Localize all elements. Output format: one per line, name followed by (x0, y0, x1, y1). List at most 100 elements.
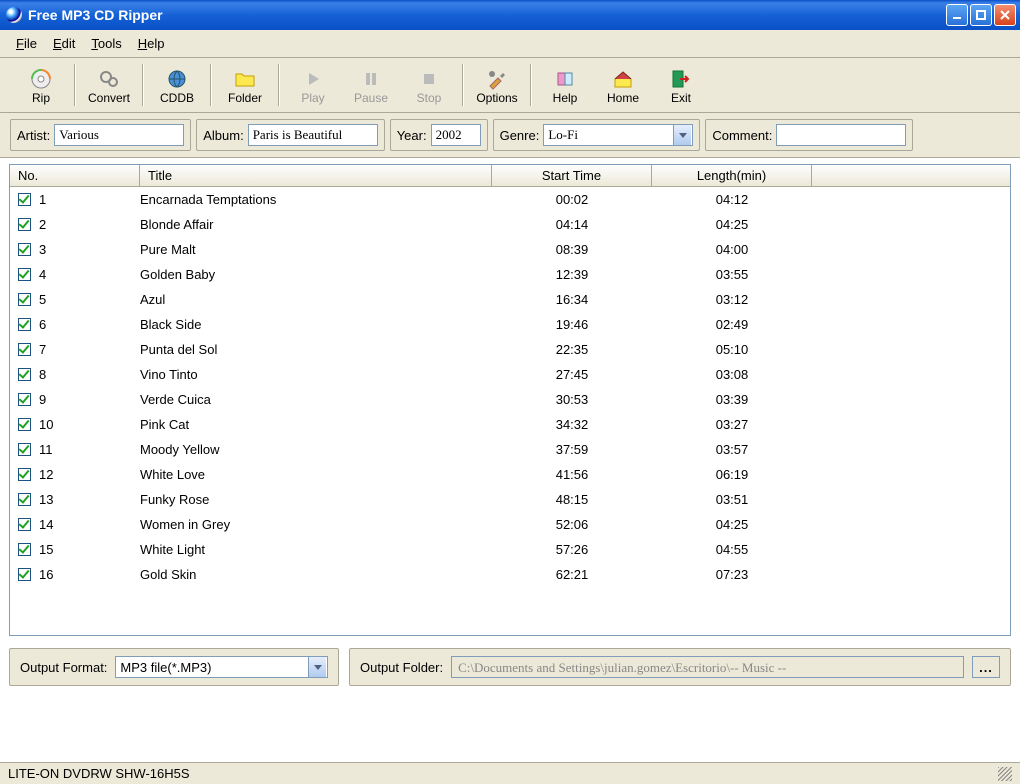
convert-button[interactable]: Convert (80, 62, 138, 110)
track-checkbox[interactable] (18, 443, 31, 456)
track-no: 11 (39, 442, 53, 457)
exit-button[interactable]: Exit (652, 62, 710, 110)
track-title: Azul (140, 292, 492, 307)
minimize-button[interactable] (946, 4, 968, 26)
track-title: Pure Malt (140, 242, 492, 257)
options-button[interactable]: Options (468, 62, 526, 110)
track-start: 41:56 (492, 467, 652, 482)
help-button[interactable]: Help (536, 62, 594, 110)
track-length: 03:39 (652, 392, 812, 407)
genre-combo[interactable]: Lo-Fi (543, 124, 693, 146)
track-row[interactable]: 12White Love41:5606:19 (10, 462, 1010, 487)
track-title: White Love (140, 467, 492, 482)
track-row[interactable]: 5Azul16:3403:12 (10, 287, 1010, 312)
column-title[interactable]: Title (140, 165, 492, 186)
close-button[interactable] (994, 4, 1016, 26)
track-no: 16 (39, 567, 53, 582)
track-length: 03:08 (652, 367, 812, 382)
menu-edit[interactable]: Edit (45, 33, 83, 54)
track-checkbox[interactable] (18, 318, 31, 331)
track-checkbox[interactable] (18, 518, 31, 531)
track-checkbox[interactable] (18, 368, 31, 381)
genre-value: Lo-Fi (548, 127, 669, 143)
maximize-button[interactable] (970, 4, 992, 26)
home-button[interactable]: Home (594, 62, 652, 110)
track-length: 04:55 (652, 542, 812, 557)
track-row[interactable]: 8Vino Tinto27:4503:08 (10, 362, 1010, 387)
album-label: Album: (203, 128, 243, 143)
rip-button[interactable]: Rip (12, 62, 70, 110)
track-start: 04:14 (492, 217, 652, 232)
artist-input[interactable] (54, 124, 184, 146)
track-checkbox[interactable] (18, 568, 31, 581)
track-checkbox[interactable] (18, 493, 31, 506)
track-row[interactable]: 15White Light57:2604:55 (10, 537, 1010, 562)
menu-tools[interactable]: Tools (83, 33, 129, 54)
track-start: 22:35 (492, 342, 652, 357)
track-checkbox[interactable] (18, 193, 31, 206)
output-format-combo[interactable]: MP3 file(*.MP3) (115, 656, 328, 678)
pause-button: Pause (342, 62, 400, 110)
menu-help[interactable]: Help (130, 33, 173, 54)
track-row[interactable]: 14Women in Grey52:0604:25 (10, 512, 1010, 537)
output-bar: Output Format: MP3 file(*.MP3) Output Fo… (9, 648, 1011, 686)
year-input[interactable] (431, 124, 481, 146)
track-row[interactable]: 4Golden Baby12:3903:55 (10, 262, 1010, 287)
track-row[interactable]: 2 Blonde Affair04:1404:25 (10, 212, 1010, 237)
track-row[interactable]: 1Encarnada Temptations00:0204:12 (10, 187, 1010, 212)
track-title: Verde Cuica (140, 392, 492, 407)
album-input[interactable] (248, 124, 378, 146)
separator (74, 64, 76, 106)
track-checkbox[interactable] (18, 218, 31, 231)
track-checkbox[interactable] (18, 343, 31, 356)
track-start: 48:15 (492, 492, 652, 507)
track-checkbox[interactable] (18, 293, 31, 306)
track-row[interactable]: 10Pink Cat34:3203:27 (10, 412, 1010, 437)
browse-button[interactable]: ... (972, 656, 1000, 678)
track-title: Black Side (140, 317, 492, 332)
track-checkbox[interactable] (18, 543, 31, 556)
folder-button[interactable]: Folder (216, 62, 274, 110)
chevron-down-icon[interactable] (673, 125, 691, 145)
track-length: 04:25 (652, 217, 812, 232)
track-checkbox[interactable] (18, 393, 31, 406)
cddb-label: CDDB (160, 91, 194, 105)
track-row[interactable]: 11Moody Yellow37:5903:57 (10, 437, 1010, 462)
output-folder-input[interactable]: C:\Documents and Settings\julian.gomez\E… (451, 656, 964, 678)
column-no[interactable]: No. (10, 165, 140, 186)
status-bar: LITE-ON DVDRW SHW-16H5S (0, 762, 1020, 784)
track-title: Punta del Sol (140, 342, 492, 357)
resize-grip-icon[interactable] (998, 767, 1012, 781)
menu-file[interactable]: File (8, 33, 45, 54)
chevron-down-icon[interactable] (308, 657, 326, 677)
cddb-button[interactable]: CDDB (148, 62, 206, 110)
track-row[interactable]: 16Gold Skin62:2107:23 (10, 562, 1010, 587)
track-checkbox[interactable] (18, 268, 31, 281)
track-no: 2 (39, 217, 46, 232)
comment-input[interactable] (776, 124, 906, 146)
tools-icon (486, 68, 508, 90)
convert-label: Convert (88, 91, 130, 105)
rip-label: Rip (32, 91, 50, 105)
track-length: 04:25 (652, 517, 812, 532)
gears-icon (98, 68, 120, 90)
track-row[interactable]: 6Black Side19:4602:49 (10, 312, 1010, 337)
globe-icon (166, 68, 188, 90)
track-row[interactable]: 13Funky Rose48:1503:51 (10, 487, 1010, 512)
home-icon (612, 68, 634, 90)
track-row[interactable]: 9Verde Cuica30:5303:39 (10, 387, 1010, 412)
track-row[interactable]: 3Pure Malt08:3904:00 (10, 237, 1010, 262)
column-length[interactable]: Length(min) (652, 165, 812, 186)
track-title: Blonde Affair (140, 217, 492, 232)
artist-label: Artist: (17, 128, 50, 143)
separator (142, 64, 144, 106)
toolbar: Rip Convert CDDB Folder Play Pause Stop … (0, 58, 1020, 113)
track-row[interactable]: 7Punta del Sol22:3505:10 (10, 337, 1010, 362)
track-checkbox[interactable] (18, 468, 31, 481)
track-length: 05:10 (652, 342, 812, 357)
track-checkbox[interactable] (18, 243, 31, 256)
track-start: 37:59 (492, 442, 652, 457)
column-start[interactable]: Start Time (492, 165, 652, 186)
track-no: 10 (39, 417, 53, 432)
track-checkbox[interactable] (18, 418, 31, 431)
